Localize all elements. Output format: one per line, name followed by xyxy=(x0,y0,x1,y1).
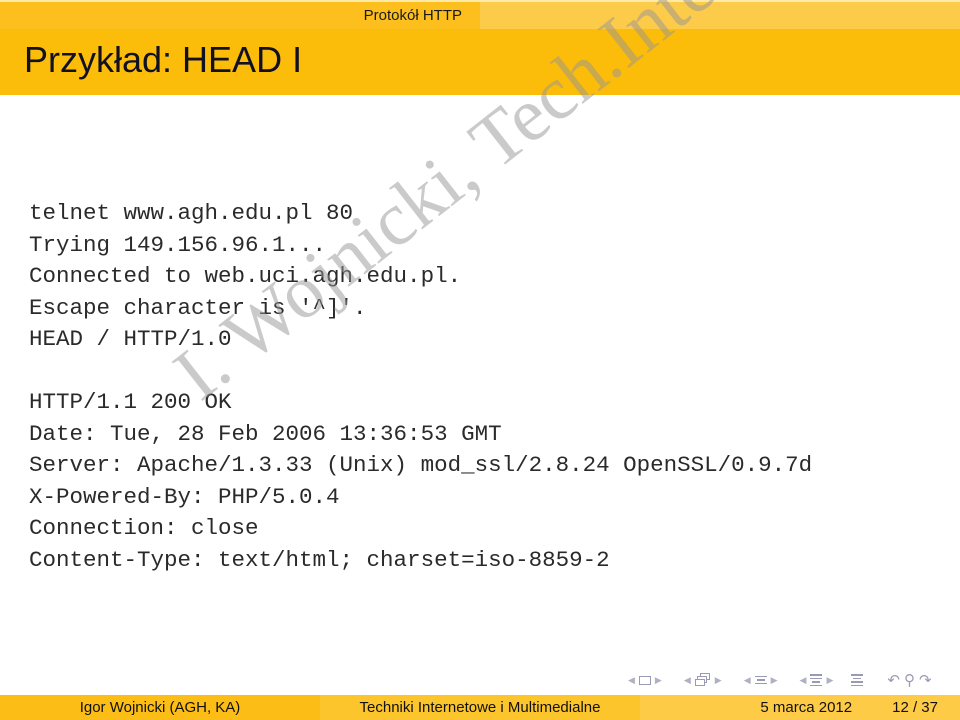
next-section-icon[interactable]: ▶ xyxy=(771,675,778,686)
code-line: X-Powered-By: PHP/5.0.4 xyxy=(29,483,340,510)
code-line: Connection: close xyxy=(29,515,259,541)
subsection-lines-icon xyxy=(810,674,823,686)
code-line: Date: Tue, 28 Feb 2006 13:36:53 GMT xyxy=(29,420,502,447)
author-text: Igor Wojnicki (AGH, KA) xyxy=(79,699,241,716)
code-line: Server: Apache/1.3.33 (Unix) mod_ssl/2.8… xyxy=(29,452,813,478)
frame-nav[interactable]: ◀ ▶ xyxy=(624,675,666,686)
section-nav[interactable]: ◀ ▶ xyxy=(740,675,782,686)
back-icon[interactable]: ↶ xyxy=(887,671,900,689)
footer-info: 5 marca 2012 12 / 37 xyxy=(640,695,960,720)
code-line: Trying 149.156.96.1... xyxy=(29,231,327,258)
frame-icon xyxy=(638,675,651,685)
footer-date: 5 marca 2012 xyxy=(760,699,853,716)
code-line: HTTP/1.1 200 OK xyxy=(29,389,232,415)
code-line: Content-Type: text/html; charset=iso-885… xyxy=(29,546,610,573)
section-strip: Protokół HTTP xyxy=(0,0,960,29)
section-lines-icon xyxy=(754,675,767,685)
frames-stack-icon xyxy=(694,673,711,687)
subsection-list-nav[interactable]: ◀ ▶ xyxy=(796,674,838,686)
footer: Igor Wojnicki (AGH, KA) Techniki Interne… xyxy=(0,695,960,720)
code-block: telnet www.agh.edu.pl 80 Trying 149.156.… xyxy=(29,198,812,576)
prev-subsection-icon[interactable]: ◀ xyxy=(684,675,691,686)
next-subsection-icon[interactable]: ▶ xyxy=(715,675,722,686)
page-number: 12 / 37 xyxy=(892,699,938,716)
section-strip-filler xyxy=(480,2,960,29)
search-icon[interactable]: ⚲ xyxy=(904,671,915,689)
prev-section-icon[interactable]: ◀ xyxy=(744,675,751,686)
toc-nav[interactable] xyxy=(851,674,864,686)
footer-author[interactable]: Igor Wojnicki (AGH, KA) xyxy=(0,695,320,720)
slide-title: Przykład: HEAD I xyxy=(24,39,303,80)
beamer-navigation: ◀ ▶ ◀ ▶ ◀ ▶ ◀ ▶ ↶ ⚲ ↷ xyxy=(624,670,948,690)
next-subsection-list-icon[interactable]: ▶ xyxy=(826,675,833,686)
next-frame-icon[interactable]: ▶ xyxy=(655,675,662,686)
forward-icon[interactable]: ↷ xyxy=(919,671,932,689)
code-line: Connected to web.uci.agh.edu.pl. xyxy=(29,263,462,289)
code-line: HEAD / HTTP/1.0 xyxy=(29,326,232,352)
toc-icon[interactable] xyxy=(851,674,864,686)
history-search-nav: ↶ ⚲ ↷ xyxy=(885,671,933,689)
prev-subsection-list-icon[interactable]: ◀ xyxy=(800,675,807,686)
subsection-nav[interactable]: ◀ ▶ xyxy=(680,673,726,687)
title-bar: Przykład: HEAD I xyxy=(0,29,960,95)
section-title[interactable]: Protokół HTTP xyxy=(0,2,480,29)
prev-frame-icon[interactable]: ◀ xyxy=(628,675,635,686)
code-line: telnet www.agh.edu.pl 80 xyxy=(29,200,354,226)
footer-course[interactable]: Techniki Internetowe i Multimedialne xyxy=(320,695,640,720)
code-line: Escape character is '^]'. xyxy=(29,294,367,321)
course-text: Techniki Internetowe i Multimedialne xyxy=(359,699,601,716)
